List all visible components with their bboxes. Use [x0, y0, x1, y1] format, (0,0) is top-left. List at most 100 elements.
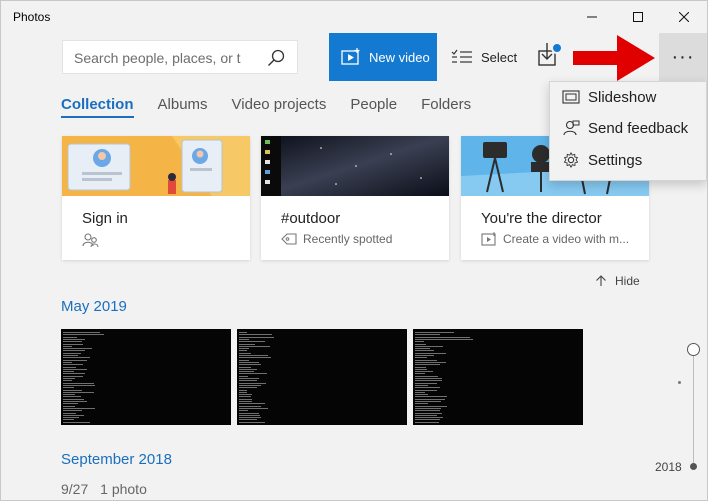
title-bar: Photos: [1, 1, 707, 33]
thumbnail-text-line: [239, 334, 272, 336]
thumbnail-text-line: [239, 348, 249, 350]
photo-thumbnail[interactable]: [413, 329, 583, 425]
select-label: Select: [481, 49, 518, 65]
section-september-2018: September 2018: [61, 451, 172, 468]
thumbnail-text-line: [415, 359, 437, 361]
photo-thumbnail[interactable]: [237, 329, 407, 425]
thumbnail-text-line: [415, 414, 437, 416]
photo-group-date: 9/27: [61, 481, 89, 497]
thumbnail-text-line: [415, 332, 454, 333]
app-title: Photos: [13, 10, 51, 24]
tab-people[interactable]: People: [350, 96, 397, 118]
thumbnail-text-line: [63, 345, 72, 347]
thumbnail-text-line: [63, 412, 76, 414]
hide-button[interactable]: Hide: [595, 274, 640, 288]
thumbnail-text-line: [239, 366, 251, 368]
thumbnail-text-line: [239, 401, 252, 402]
card-sign-in-title: Sign in: [82, 210, 128, 227]
thumbnail-text-line: [415, 389, 437, 391]
thumbnail-text-line: [239, 355, 268, 356]
select-button[interactable]: Select: [445, 33, 523, 81]
menu-item-settings[interactable]: Settings: [550, 145, 706, 175]
thumbnail-text-line: [239, 357, 271, 359]
photo-thumbnail[interactable]: [61, 329, 231, 425]
more-icon: ···: [671, 45, 695, 68]
thumbnail-text-line: [239, 345, 270, 347]
thumbnail-text-line: [63, 410, 82, 412]
thumbnail-text-line: [415, 410, 440, 412]
card-outdoor[interactable]: #outdoor Recently spotted: [261, 136, 449, 260]
thumbnail-text-line: [239, 410, 248, 412]
thumbnail-text-line: [239, 407, 268, 409]
thumbnail-text-line: [239, 398, 252, 400]
card-sign-in-image: [62, 136, 250, 196]
thumbnail-text-line: [415, 361, 446, 363]
thumbnail-text-line: [415, 421, 439, 423]
tab-video-projects[interactable]: Video projects: [232, 96, 327, 118]
maximize-button[interactable]: [615, 1, 661, 33]
thumbnail-text-line: [415, 396, 447, 398]
search-box[interactable]: Search people, places, or t: [62, 40, 298, 74]
people-icon: [82, 233, 99, 248]
menu-item-send-feedback-label: Send feedback: [588, 119, 689, 137]
thumbnail-text-line: [63, 387, 74, 389]
thumbnail-text-line: [239, 396, 251, 398]
thumbnail-text-line: [239, 341, 265, 343]
thumbnail-text-line: [239, 373, 267, 375]
thumbnail-text-line: [63, 348, 92, 350]
thumbnail-text-line: [239, 421, 265, 423]
thumbnail-text-line: [415, 375, 438, 377]
thumbnail-text-line: [63, 336, 77, 338]
timeline-year-label: 2018: [655, 460, 682, 474]
thumbnail-text-line: [415, 364, 440, 366]
thumbnail-text-line: [415, 403, 428, 405]
thumbnail-text-line: [415, 419, 440, 421]
thumbnail-text-line: [63, 366, 76, 368]
thumbnail-text-line: [239, 414, 260, 416]
thumbnail-text-line: [63, 394, 75, 396]
search-icon[interactable]: [267, 49, 285, 67]
card-sign-in-subtitle: [82, 232, 106, 248]
thumbnail-text-line: [415, 401, 441, 402]
photo-group-count: 1 photo: [100, 481, 147, 497]
thumbnail-text-line: [239, 359, 249, 361]
menu-item-slideshow-label: Slideshow: [588, 88, 657, 106]
thumbnail-text-line: [415, 394, 428, 396]
menu-item-send-feedback[interactable]: Send feedback: [550, 113, 706, 143]
thumbnail-text-line: [63, 371, 74, 373]
thumbnail-text-line: [239, 350, 247, 352]
thumbnail-text-line: [63, 355, 78, 356]
tab-folders[interactable]: Folders: [421, 96, 471, 118]
thumbnail-text-line: [415, 382, 437, 384]
close-button[interactable]: [661, 1, 707, 33]
new-video-button[interactable]: New video: [329, 33, 437, 81]
thumbnail-text-line: [415, 387, 440, 389]
thumbnail-text-line: [63, 375, 83, 377]
card-sign-in[interactable]: Sign in: [62, 136, 250, 260]
thumbnail-text-line: [239, 332, 247, 333]
thumbnail-text-line: [415, 343, 426, 345]
hide-label: Hide: [615, 274, 640, 288]
search-input[interactable]: Search people, places, or t: [74, 50, 250, 66]
thumbnail-text-line: [239, 364, 261, 366]
thumbnail-text-line: [63, 373, 85, 375]
tab-collection[interactable]: Collection: [61, 96, 134, 118]
thumbnail-text-line: [239, 375, 248, 377]
minimize-button[interactable]: [569, 1, 615, 33]
thumbnail-text-line: [239, 389, 247, 391]
timeline-handle[interactable]: [687, 343, 700, 356]
thumbnail-text-line: [239, 371, 254, 373]
more-options-button[interactable]: ···: [659, 33, 707, 81]
thumbnail-text-line: [415, 405, 447, 407]
tab-albums[interactable]: Albums: [158, 96, 208, 118]
close-icon: [679, 12, 689, 22]
thumbnail-text-line: [63, 405, 75, 407]
thumbnail-text-line: [63, 350, 85, 352]
thumbnail-text-line: [415, 373, 425, 375]
thumbnail-text-line: [63, 359, 87, 361]
thumbnail-text-line: [415, 398, 445, 400]
card-outdoor-subtitle-text: Recently spotted: [303, 232, 393, 246]
timeline-end-marker: [690, 463, 697, 470]
timeline-track[interactable]: [693, 351, 694, 466]
menu-item-slideshow[interactable]: Slideshow: [550, 82, 706, 112]
